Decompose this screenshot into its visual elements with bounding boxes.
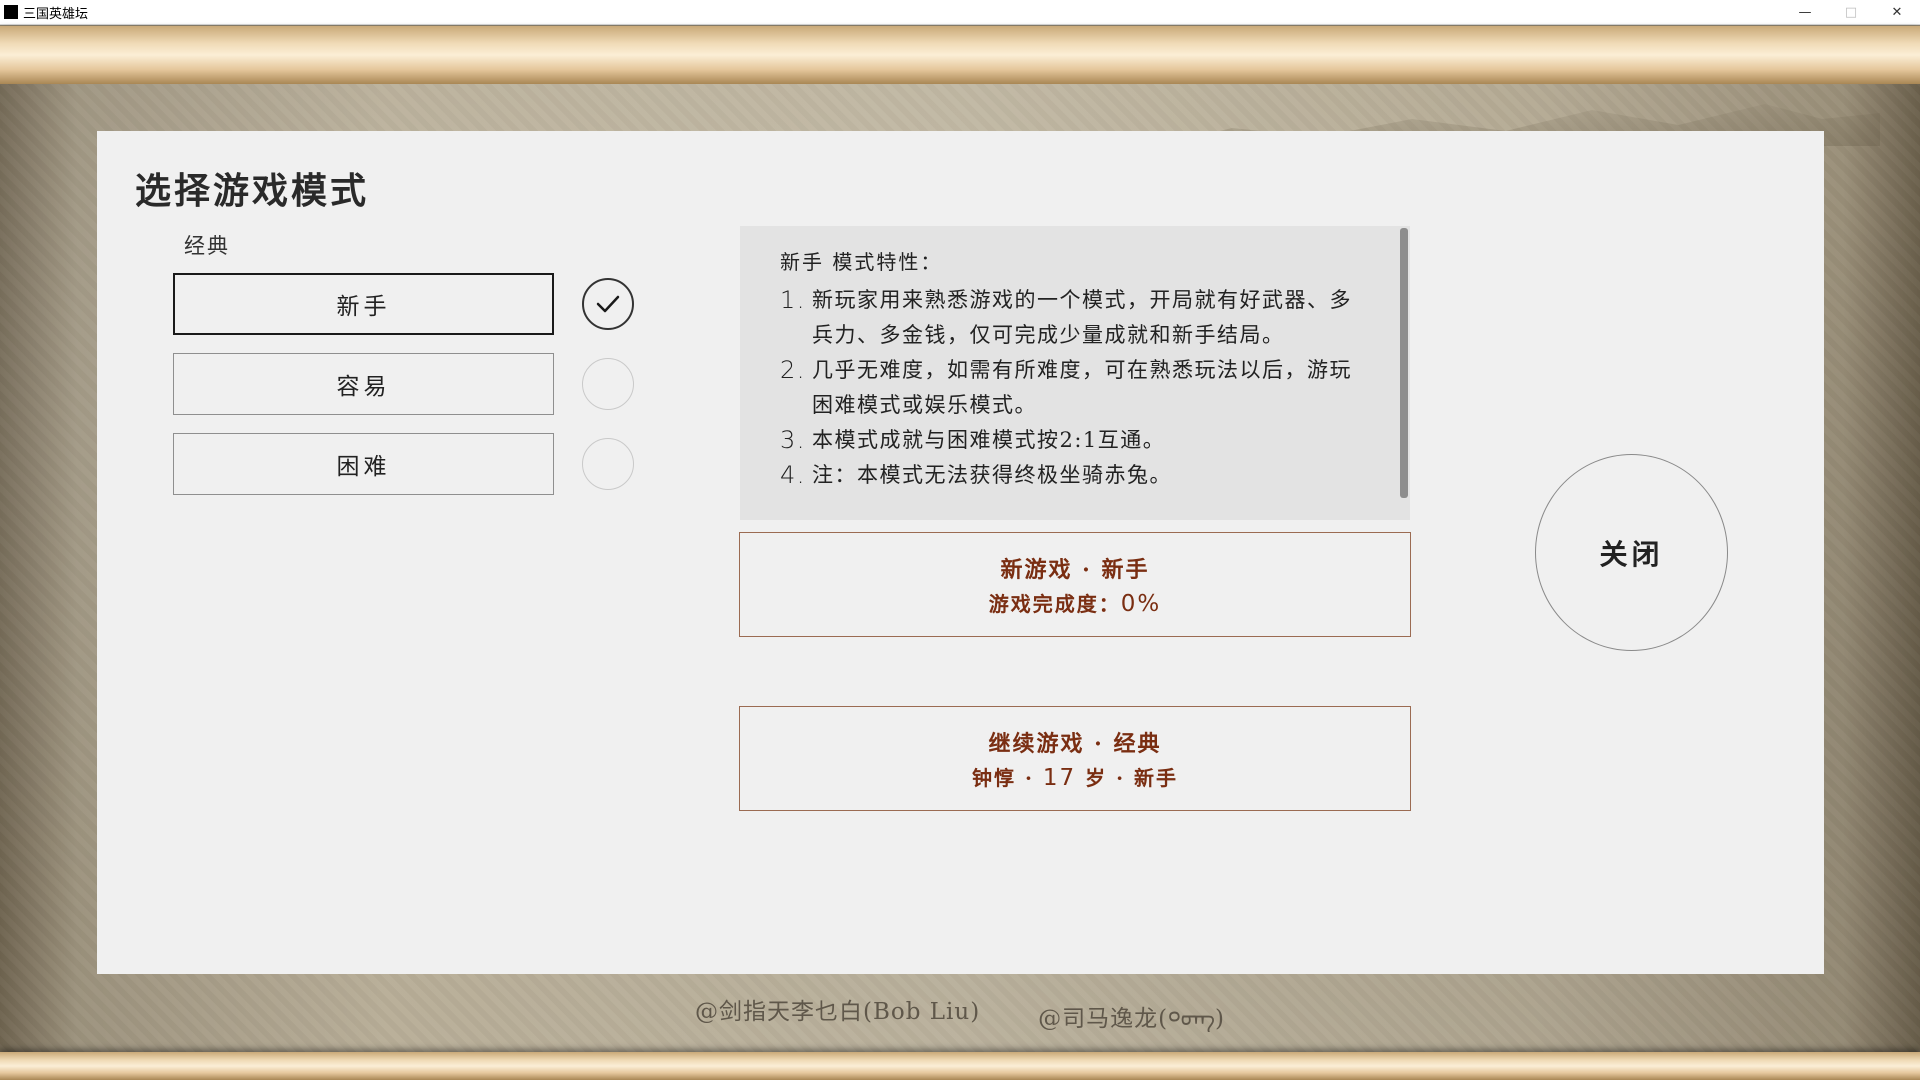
window-titlebar: 三国英雄坛 — □ ✕ — [0, 0, 1920, 25]
mode-button-label: 困难 — [336, 454, 391, 480]
description-item-number: 1. — [780, 286, 806, 314]
section-label-classic: 经典 — [184, 234, 230, 258]
credits: @剑指天李乜白(Bob Liu) @司马逸龙(ᢀ᠋ᠦ᠋ᡢ) — [0, 992, 1920, 1033]
description-item-number: 2. — [780, 356, 806, 384]
new-game-title: 新游戏 · 新手 — [1000, 557, 1150, 583]
mode-select-panel: 选择游戏模式 经典 新手 容易 困难 新手 模式特性： 1. 新玩家用来熟悉游戏… — [97, 131, 1824, 974]
scroll-roll-top — [0, 26, 1920, 84]
mode-button-beginner[interactable]: 新手 — [173, 273, 554, 335]
window-title: 三国英雄坛 — [23, 6, 89, 22]
new-game-button[interactable]: 新游戏 · 新手 游戏完成度：0% — [739, 532, 1411, 637]
credit-author: @剑指天李乜白(Bob Liu) — [695, 999, 981, 1025]
mode-button-hard[interactable]: 困难 — [173, 433, 554, 495]
description-item-text: 新玩家用来熟悉游戏的一个模式，开局就有好武器、多兵力、多金钱，仅可完成少量成就和… — [812, 288, 1352, 347]
description-item-number: 4. — [780, 461, 806, 489]
description-item: 3. 本模式成就与困难模式按2:1互通。 — [780, 423, 1370, 458]
description-item-number: 3. — [780, 426, 806, 454]
description-item: 2. 几乎无难度，如需有所难度，可在熟悉玩法以后，游玩困难模式或娱乐模式。 — [780, 353, 1370, 423]
description-item-text: 注：本模式无法获得终极坐骑赤兔。 — [812, 463, 1172, 487]
checkmark-icon — [596, 295, 620, 313]
description-scrollbar[interactable] — [1400, 228, 1408, 498]
continue-game-save-info: 钟惇 · 17 岁 · 新手 — [972, 762, 1178, 791]
mode-description[interactable]: 新手 模式特性： 1. 新玩家用来熟悉游戏的一个模式，开局就有好武器、多兵力、多… — [740, 226, 1410, 520]
progress-label: 游戏完成度： — [988, 592, 1121, 616]
close-button-label: 关闭 — [1599, 537, 1664, 571]
radio-beginner[interactable] — [582, 278, 634, 330]
description-item-text: 本模式成就与困难模式按2:1互通。 — [812, 428, 1166, 452]
progress-value: 0% — [1120, 591, 1162, 617]
mode-button-label: 新手 — [336, 294, 391, 320]
continue-game-title: 继续游戏 · 经典 — [988, 731, 1162, 757]
mode-button-label: 容易 — [336, 374, 391, 400]
continue-game-button[interactable]: 继续游戏 · 经典 钟惇 · 17 岁 · 新手 — [739, 706, 1411, 811]
credit-author: @司马逸龙(ᢀ᠋ᠦ᠋ᡢ) — [1038, 1006, 1225, 1032]
new-game-progress: 游戏完成度：0% — [989, 588, 1162, 617]
description-item-text: 几乎无难度，如需有所难度，可在熟悉玩法以后，游玩困难模式或娱乐模式。 — [812, 358, 1352, 417]
maximize-icon[interactable]: □ — [1828, 0, 1874, 24]
radio-easy[interactable] — [582, 358, 634, 410]
save-character-age: 17 — [1042, 765, 1077, 791]
save-character-name: 钟惇 · — [971, 766, 1043, 790]
description-item: 4. 注：本模式无法获得终极坐骑赤兔。 — [780, 458, 1370, 493]
close-button[interactable]: 关闭 — [1535, 454, 1728, 651]
minimize-icon[interactable]: — — [1782, 0, 1828, 24]
description-item: 1. 新玩家用来熟悉游戏的一个模式，开局就有好武器、多兵力、多金钱，仅可完成少量… — [780, 283, 1370, 353]
description-heading: 新手 模式特性： — [780, 250, 943, 274]
scroll-roll-bottom — [0, 1052, 1920, 1080]
app-icon — [4, 5, 18, 19]
mode-button-easy[interactable]: 容易 — [173, 353, 554, 415]
window-controls: — □ ✕ — [1782, 0, 1920, 24]
radio-hard[interactable] — [582, 438, 634, 490]
close-icon[interactable]: ✕ — [1874, 0, 1920, 24]
save-mode: 岁 · 新手 — [1076, 766, 1179, 790]
page-title: 选择游戏模式 — [135, 170, 370, 212]
